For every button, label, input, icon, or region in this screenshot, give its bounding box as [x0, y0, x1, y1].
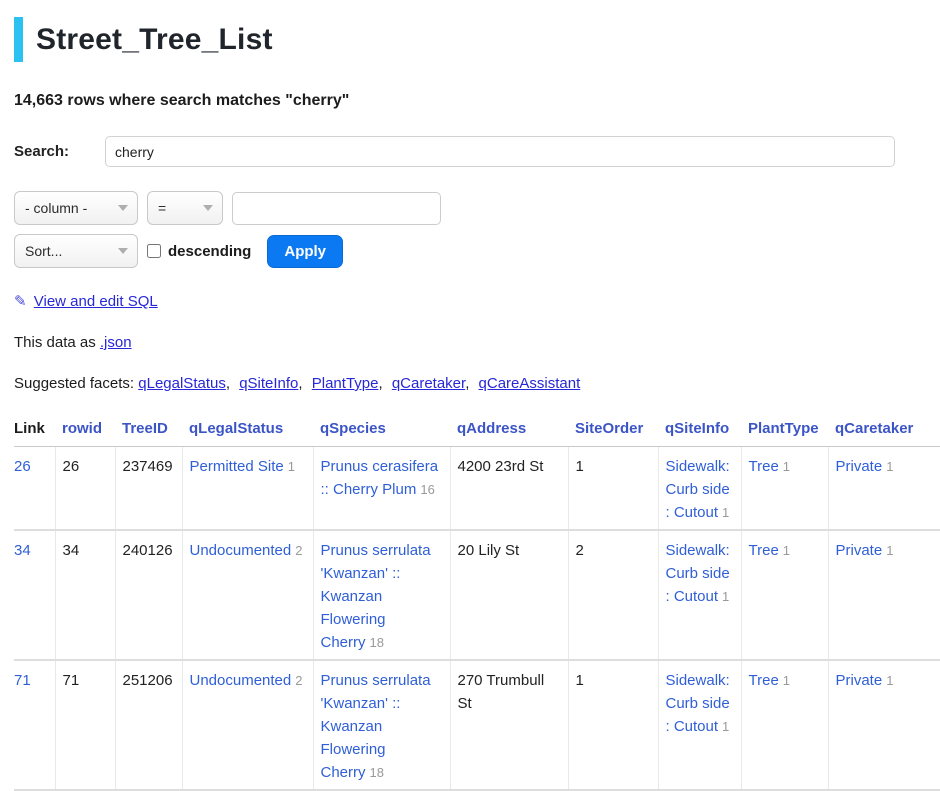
- sort-row: Sort... descending Apply: [14, 234, 940, 268]
- view-edit-sql-link[interactable]: View and edit SQL: [34, 293, 158, 310]
- json-line: This data as .json: [14, 334, 940, 351]
- col-header-planttype[interactable]: PlantType: [748, 420, 819, 437]
- facet-link-qlegalstatus[interactable]: qLegalStatus: [138, 375, 226, 392]
- facet-link-qcareassistant[interactable]: qCareAssistant: [479, 375, 581, 392]
- col-header-link: Link: [14, 416, 55, 447]
- facet-count: 1: [722, 589, 729, 604]
- cell-qlegalstatus-link[interactable]: Undocumented: [190, 672, 292, 689]
- json-link[interactable]: .json: [100, 334, 132, 351]
- col-header-qaddress[interactable]: qAddress: [457, 420, 526, 437]
- sql-line: ✎ View and edit SQL: [14, 292, 940, 310]
- facet-count: 1: [722, 719, 729, 734]
- accent-bar: [14, 17, 23, 62]
- facet-count: 1: [886, 459, 893, 474]
- header-row: Link rowid TreeID qLegalStatus qSpecies …: [14, 416, 940, 447]
- cell-qsiteinfo-link[interactable]: Sidewalk: Curb side : Cutout: [666, 672, 730, 735]
- page: Street_Tree_List 14,663 rows where searc…: [0, 0, 940, 791]
- col-header-siteorder[interactable]: SiteOrder: [575, 420, 643, 437]
- table-row: 26 26 237469 Permitted Site1 Prunus cera…: [14, 447, 940, 531]
- cell-qaddress: 270 Trumbull St: [450, 660, 568, 790]
- column-select[interactable]: - column -: [14, 191, 138, 225]
- cell-qaddress: 4200 23rd St: [450, 447, 568, 531]
- cell-planttype-link[interactable]: Tree: [749, 672, 779, 689]
- facet-separator: ,: [226, 375, 230, 392]
- col-header-qlegalstatus[interactable]: qLegalStatus: [189, 420, 283, 437]
- filter-value-input[interactable]: [232, 192, 441, 225]
- table-row: 71 71 251206 Undocumented2 Prunus serrul…: [14, 660, 940, 790]
- facet-count: 18: [370, 765, 384, 780]
- cell-treeid: 251206: [115, 660, 182, 790]
- row-link[interactable]: 34: [14, 542, 31, 559]
- search-label: Search:: [14, 143, 105, 160]
- cell-qaddress: 20 Lily St: [450, 530, 568, 660]
- facet-count: 1: [288, 459, 295, 474]
- cell-treeid: 240126: [115, 530, 182, 660]
- facets-line: Suggested facets: qLegalStatus, qSiteInf…: [14, 375, 940, 392]
- column-select-wrap: - column -: [14, 191, 138, 225]
- cell-qsiteinfo-link[interactable]: Sidewalk: Curb side : Cutout: [666, 542, 730, 605]
- facet-count: 18: [370, 635, 384, 650]
- operator-select[interactable]: =: [147, 191, 223, 225]
- col-header-treeid[interactable]: TreeID: [122, 420, 168, 437]
- col-header-qsiteinfo[interactable]: qSiteInfo: [665, 420, 729, 437]
- facet-link-planttype[interactable]: PlantType: [312, 375, 379, 392]
- descending-checkbox[interactable]: [147, 244, 161, 258]
- facets-label: Suggested facets:: [14, 375, 134, 392]
- facet-count: 1: [722, 505, 729, 520]
- cell-siteorder: 2: [568, 530, 658, 660]
- cell-qcaretaker-link[interactable]: Private: [836, 458, 883, 475]
- row-link[interactable]: 26: [14, 458, 31, 475]
- facet-count: 2: [295, 543, 302, 558]
- operator-select-wrap: =: [147, 191, 223, 225]
- sort-select-wrap: Sort...: [14, 234, 138, 268]
- cell-qcaretaker-link[interactable]: Private: [836, 672, 883, 689]
- page-header: Street_Tree_List: [14, 17, 940, 62]
- descending-label: descending: [168, 243, 251, 260]
- cell-rowid: 34: [55, 530, 115, 660]
- facet-count: 1: [886, 673, 893, 688]
- pencil-icon: ✎: [14, 293, 27, 310]
- cell-qlegalstatus-link[interactable]: Permitted Site: [190, 458, 284, 475]
- page-title: Street_Tree_List: [36, 23, 273, 57]
- facet-count: 1: [783, 459, 790, 474]
- facet-count: 1: [886, 543, 893, 558]
- col-header-rowid[interactable]: rowid: [62, 420, 102, 437]
- filter-row: - column - =: [14, 191, 940, 225]
- cell-planttype-link[interactable]: Tree: [749, 542, 779, 559]
- facet-count: 2: [295, 673, 302, 688]
- col-header-qcaretaker[interactable]: qCaretaker: [835, 420, 913, 437]
- descending-option: descending: [147, 243, 251, 260]
- col-header-qspecies[interactable]: qSpecies: [320, 420, 386, 437]
- facet-count: 1: [783, 673, 790, 688]
- facet-count: 16: [420, 482, 434, 497]
- facet-link-qcaretaker[interactable]: qCaretaker: [392, 375, 465, 392]
- facet-count: 1: [783, 543, 790, 558]
- facet-separator: ,: [378, 375, 382, 392]
- search-form: Search:: [14, 136, 940, 167]
- cell-qsiteinfo-link[interactable]: Sidewalk: Curb side : Cutout: [666, 458, 730, 521]
- facet-separator: ,: [465, 375, 469, 392]
- table-row: 34 34 240126 Undocumented2 Prunus serrul…: [14, 530, 940, 660]
- facet-separator: ,: [298, 375, 302, 392]
- facet-link-qsiteinfo[interactable]: qSiteInfo: [239, 375, 298, 392]
- results-table: Link rowid TreeID qLegalStatus qSpecies …: [14, 416, 940, 791]
- row-link[interactable]: 71: [14, 672, 31, 689]
- cell-qcaretaker-link[interactable]: Private: [836, 542, 883, 559]
- cell-siteorder: 1: [568, 660, 658, 790]
- cell-rowid: 26: [55, 447, 115, 531]
- cell-planttype-link[interactable]: Tree: [749, 458, 779, 475]
- apply-button[interactable]: Apply: [267, 235, 343, 268]
- cell-qlegalstatus-link[interactable]: Undocumented: [190, 542, 292, 559]
- cell-treeid: 237469: [115, 447, 182, 531]
- sort-select[interactable]: Sort...: [14, 234, 138, 268]
- row-count-summary: 14,663 rows where search matches "cherry…: [14, 92, 940, 110]
- cell-rowid: 71: [55, 660, 115, 790]
- search-input[interactable]: [105, 136, 895, 167]
- cell-siteorder: 1: [568, 447, 658, 531]
- data-as-label: This data as: [14, 334, 96, 351]
